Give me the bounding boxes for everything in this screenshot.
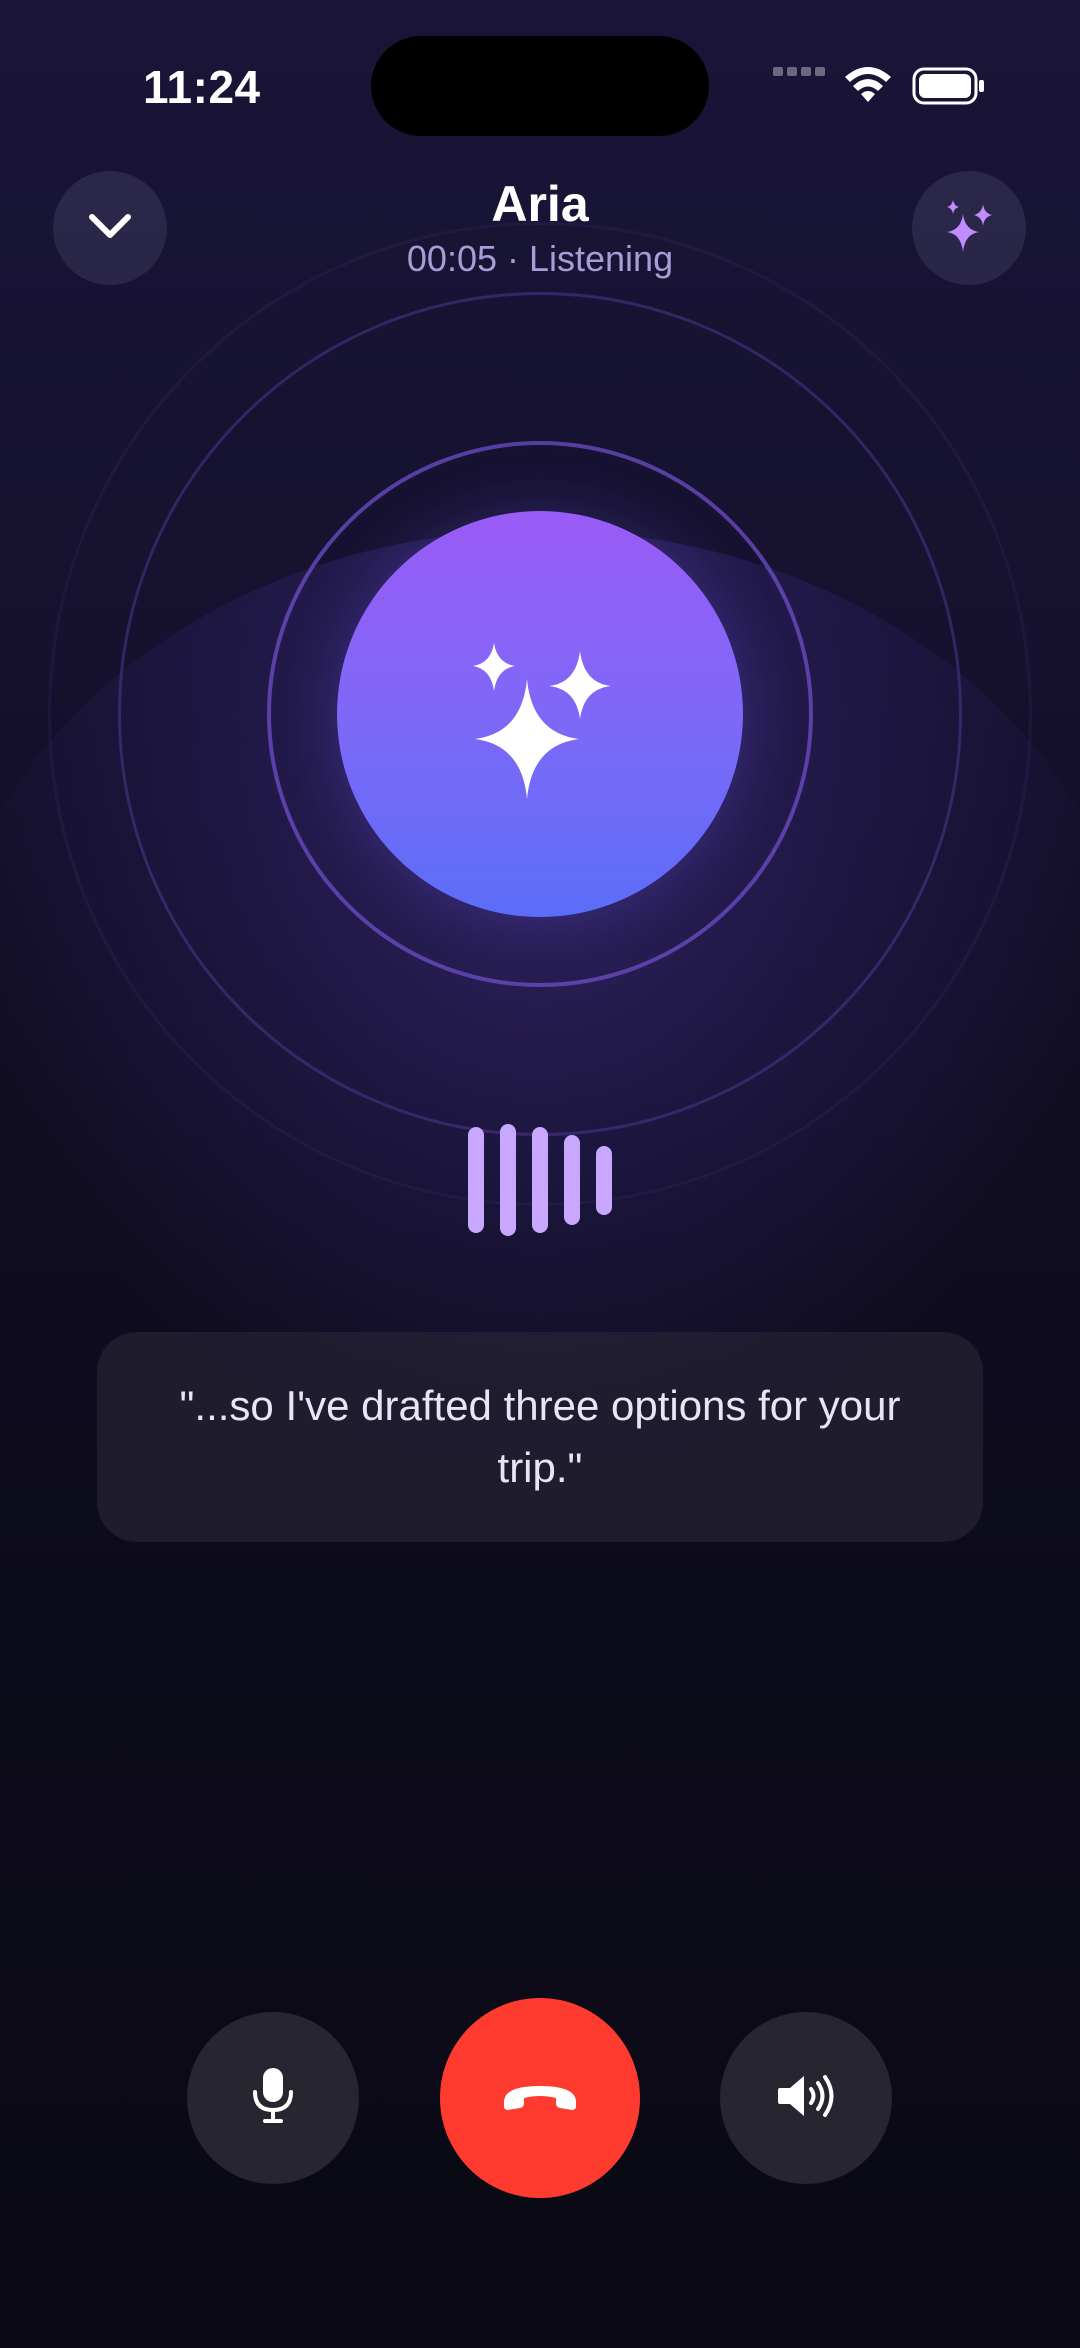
waveform-bar: [468, 1127, 484, 1233]
sparkles-icon: [473, 643, 611, 799]
assistant-orb: [337, 511, 743, 917]
transcript-bubble: "...so I've drafted three options for yo…: [97, 1332, 983, 1542]
phone-hangup-icon: [498, 2078, 582, 2119]
waveform-bar: [596, 1145, 612, 1215]
assistant-options-button[interactable]: [912, 171, 1026, 285]
speaker-wave-icon: [776, 2071, 836, 2126]
dynamic-island: [371, 36, 709, 136]
status-time: 11:24: [143, 61, 261, 113]
transcript-text: "...so I've drafted three options for yo…: [179, 1382, 901, 1491]
wifi-icon: [844, 66, 892, 109]
speaker-button[interactable]: [720, 2012, 892, 2184]
voice-call-screen: 11:24 Aria 00:05 · Listening "...so I've…: [0, 0, 1080, 2348]
end-call-button[interactable]: [440, 1998, 640, 2198]
battery-icon: [912, 67, 986, 110]
waveform-bar: [532, 1127, 548, 1233]
mute-button[interactable]: [187, 2012, 359, 2184]
waveform-bar: [564, 1135, 580, 1225]
microphone-icon: [251, 2066, 295, 2131]
waveform-bar: [500, 1124, 516, 1236]
cellular-dots-icon: [773, 64, 827, 82]
sparkles-icon: [941, 198, 997, 259]
